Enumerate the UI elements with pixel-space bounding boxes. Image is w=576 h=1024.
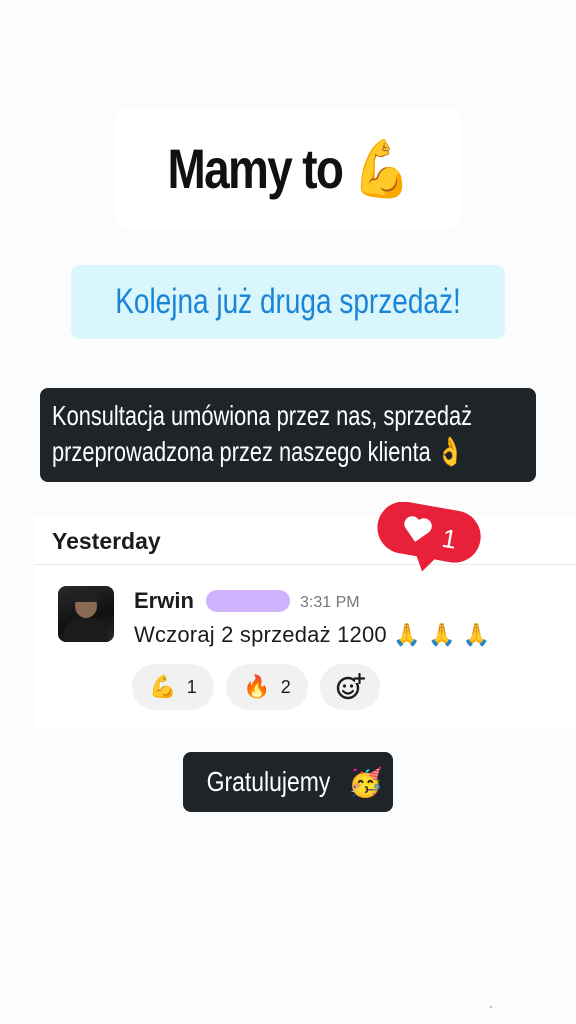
message-body: Wczoraj 2 sprzedaż 1200 <box>134 622 387 647</box>
message-text: Wczoraj 2 sprzedaż 1200 🙏 🙏 🙏 <box>134 622 490 648</box>
info-line-1: Konsultacja umówiona przez nas, sprzedaż <box>52 400 473 431</box>
story-title-card: Mamy to 💪 <box>114 108 462 230</box>
congrats-caption: Gratulujemy 🥳 <box>183 752 393 812</box>
folded-hands-icon: 🙏 🙏 🙏 <box>393 623 491 648</box>
reaction-count: 1 <box>186 676 197 697</box>
day-divider-label: Yesterday <box>52 528 161 554</box>
story-title-text: Mamy to <box>167 137 343 200</box>
highlight-text: Kolejna już druga sprzedaż! <box>115 282 461 321</box>
flexed-biceps-icon: 💪 <box>149 674 177 700</box>
party-face-icon: 🥳 <box>348 765 383 799</box>
chat-screenshot: Yesterday Erwin 3:31 PM Wczoraj 2 sprzed… <box>34 516 576 728</box>
avatar[interactable] <box>58 586 114 642</box>
info-line-2: przeprowadzona przez naszego klienta 👌 <box>52 434 464 470</box>
reaction-count: 2 <box>280 676 291 697</box>
like-notification-badge: 1 <box>372 501 484 574</box>
reaction-fire[interactable]: 🔥 2 <box>226 664 308 710</box>
add-reaction-icon <box>336 672 365 700</box>
ok-hand-icon: 👌 <box>436 435 465 468</box>
sender-name[interactable]: Erwin <box>134 588 194 614</box>
day-divider <box>34 564 576 565</box>
fire-icon: 🔥 <box>243 674 271 700</box>
decorative-dot <box>490 1006 492 1008</box>
reaction-biceps[interactable]: 💪 1 <box>132 664 214 710</box>
redacted-surname <box>206 590 290 612</box>
heart-badge-shape: 1 <box>377 501 481 572</box>
info-line-2-text: przeprowadzona przez naszego klienta <box>52 436 431 467</box>
story-title: Mamy to 💪 <box>167 136 410 202</box>
congrats-text: Gratulujemy <box>206 766 331 797</box>
flexed-biceps-icon: 💪 <box>353 137 410 202</box>
info-caption: Konsultacja umówiona przez nas, sprzedaż… <box>40 388 536 482</box>
highlight-banner: Kolejna już druga sprzedaż! <box>71 265 505 339</box>
message-timestamp[interactable]: 3:31 PM <box>300 594 360 612</box>
add-reaction-button[interactable] <box>320 664 380 710</box>
